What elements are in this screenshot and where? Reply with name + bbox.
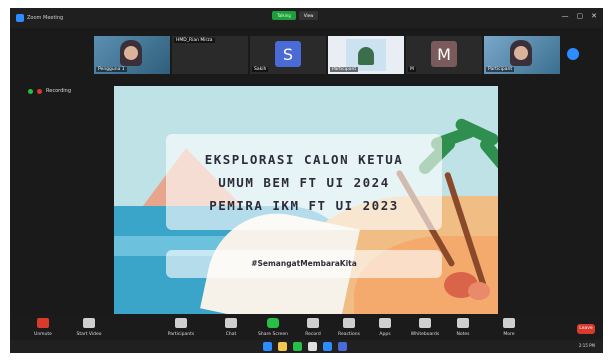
slide-title-line: UMUM BEM FT UI 2024 bbox=[218, 175, 390, 190]
participant-name: Pengguna 1 bbox=[96, 67, 127, 72]
app-icon[interactable] bbox=[308, 342, 317, 351]
toolbar-label: Start Video bbox=[76, 332, 102, 337]
notes-icon bbox=[457, 318, 469, 328]
participant-name: HMD_Rian Mirza bbox=[174, 38, 215, 43]
file-explorer-icon[interactable] bbox=[278, 342, 287, 351]
participant-tile-3[interactable]: S Sakih bbox=[250, 36, 326, 74]
more-button[interactable]: More bbox=[492, 318, 526, 337]
participant-face bbox=[124, 46, 138, 60]
talking-pill[interactable]: Talking bbox=[272, 11, 296, 20]
zoom-logo-icon bbox=[16, 14, 24, 22]
start-video-button[interactable]: Start Video bbox=[72, 318, 106, 337]
app-icon[interactable] bbox=[338, 342, 347, 351]
zoom-taskbar-icon[interactable] bbox=[323, 342, 332, 351]
participant-tile-video-1[interactable]: Pengguna 1 bbox=[94, 36, 170, 74]
avatar: M bbox=[431, 41, 457, 67]
windows-taskbar: 2:15 PM bbox=[10, 340, 603, 353]
toolbar-label: Participants bbox=[167, 332, 195, 337]
toolbar-label: Share Screen bbox=[258, 332, 288, 337]
participant-tile-video-2[interactable]: Participant bbox=[484, 36, 560, 74]
participants-icon bbox=[175, 318, 187, 328]
recording-indicator: Recording bbox=[28, 88, 71, 94]
toolbar-label: Whiteboards bbox=[410, 332, 440, 337]
participant-name: Participant bbox=[330, 67, 359, 72]
title-bar: Zoom Meeting Talking View — ▢ ✕ bbox=[10, 8, 603, 28]
apps-button[interactable]: Apps bbox=[368, 318, 402, 337]
slide-hashtag: #SemangatMembaraKita bbox=[251, 259, 357, 268]
chat-button[interactable]: Chat bbox=[214, 318, 248, 337]
participant-name: Participant bbox=[486, 67, 515, 72]
maximize-button[interactable]: ▢ bbox=[577, 12, 584, 20]
record-icon bbox=[307, 318, 319, 328]
toolbar-label: Chat bbox=[225, 332, 237, 337]
participants-button[interactable]: Participants bbox=[164, 318, 198, 337]
start-menu-icon[interactable] bbox=[263, 342, 272, 351]
slide-title-panel: EKSPLORASI CALON KETUA UMUM BEM FT UI 20… bbox=[166, 134, 442, 230]
toolbar-label: More bbox=[503, 332, 515, 337]
participant-name: M bbox=[408, 67, 416, 72]
participant-tile-4[interactable]: Participant bbox=[328, 36, 404, 74]
toolbar-label: Apps bbox=[379, 332, 391, 337]
participant-gallery: Pengguna 1 HMD_Rian Mirza S Sakih Partic… bbox=[10, 36, 603, 74]
minimize-button[interactable]: — bbox=[562, 12, 569, 20]
notes-button[interactable]: Notes bbox=[446, 318, 480, 337]
toolbar-label: Unmute bbox=[34, 332, 52, 337]
recording-dot-icon bbox=[37, 88, 42, 94]
window-controls: — ▢ ✕ bbox=[562, 12, 598, 20]
tray-time: 2:15 PM bbox=[578, 343, 595, 348]
slide-rock bbox=[468, 282, 490, 300]
chat-icon bbox=[225, 318, 237, 328]
app-title-group: Zoom Meeting bbox=[16, 14, 63, 22]
whiteboard-icon bbox=[419, 318, 431, 328]
participant-tile-2[interactable]: HMD_Rian Mirza bbox=[172, 36, 248, 74]
slide-title-line: PEMIRA IKM FT UI 2023 bbox=[209, 198, 399, 213]
participant-face bbox=[514, 46, 528, 60]
record-button[interactable]: Record bbox=[296, 318, 330, 337]
status-green-icon bbox=[28, 88, 33, 94]
top-center-pills: Talking View bbox=[272, 11, 319, 20]
slide-title-line: EKSPLORASI CALON KETUA bbox=[204, 152, 404, 167]
reactions-icon bbox=[343, 318, 355, 328]
avatar: S bbox=[275, 41, 301, 67]
unmute-button[interactable]: Unmute bbox=[26, 318, 60, 337]
more-icon bbox=[503, 318, 515, 328]
browser-icon[interactable] bbox=[293, 342, 302, 351]
toolbar-label: Record bbox=[305, 332, 321, 337]
chevron-right-icon[interactable] bbox=[567, 48, 579, 60]
taskbar-icons bbox=[263, 342, 347, 351]
toolbar-label: Notes bbox=[456, 332, 470, 337]
shared-screen-slide: EKSPLORASI CALON KETUA UMUM BEM FT UI 20… bbox=[114, 86, 498, 314]
close-button[interactable]: ✕ bbox=[591, 12, 597, 20]
share-screen-icon bbox=[267, 318, 279, 328]
participant-name: Sakih bbox=[252, 67, 269, 72]
reactions-button[interactable]: Reactions bbox=[332, 318, 366, 337]
app-title: Zoom Meeting bbox=[27, 15, 64, 21]
apps-icon bbox=[379, 318, 391, 328]
video-icon bbox=[83, 318, 95, 328]
toolbar-label: Reactions bbox=[338, 332, 360, 337]
leave-button[interactable]: Leave bbox=[577, 324, 595, 334]
whiteboards-button[interactable]: Whiteboards bbox=[408, 318, 442, 337]
view-pill[interactable]: View bbox=[298, 11, 319, 20]
recording-label: Recording bbox=[46, 88, 72, 94]
slide-hashtag-panel: #SemangatMembaraKita bbox=[166, 250, 442, 278]
microphone-icon bbox=[37, 318, 49, 328]
participant-tile-5[interactable]: M M bbox=[406, 36, 482, 74]
system-tray: 2:15 PM bbox=[579, 343, 595, 348]
zoom-window: Zoom Meeting Talking View — ▢ ✕ Pengguna… bbox=[10, 8, 603, 353]
share-screen-button[interactable]: Share Screen bbox=[256, 318, 290, 337]
